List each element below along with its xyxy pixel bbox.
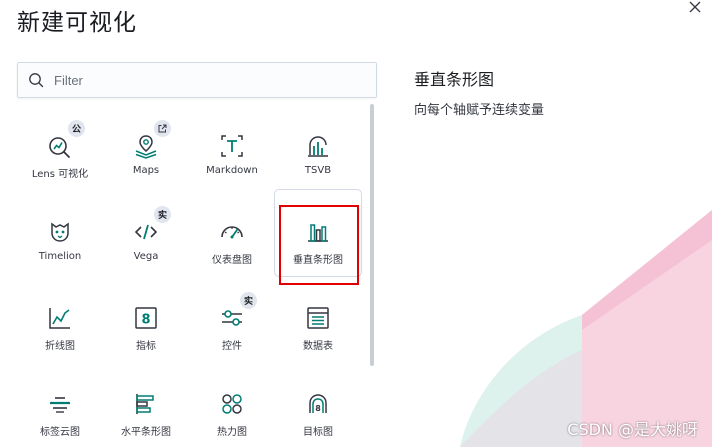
tile-timelion[interactable]: Timelion <box>17 190 103 276</box>
lens-icon <box>46 132 74 160</box>
description-title: 垂直条形图 <box>414 70 495 89</box>
tile-badge: 公 <box>68 120 85 137</box>
svg-text:8: 8 <box>315 404 321 413</box>
tsvb-icon <box>304 132 332 160</box>
tile-controls[interactable]: 实 控件 <box>189 276 275 362</box>
tile-data-table[interactable]: 数据表 <box>275 276 361 362</box>
markdown-icon <box>218 132 246 160</box>
tile-label: 标签云图 <box>40 427 80 438</box>
tile-label: Lens 可视化 <box>31 169 89 180</box>
tile-goal[interactable]: 8 目标图 <box>275 362 361 447</box>
data-table-icon <box>304 304 332 332</box>
watermark: CSDN @是大姚呀 <box>567 420 698 439</box>
tile-heatmap[interactable]: 热力图 <box>189 362 275 447</box>
visualization-grid: 公 Lens 可视化 Maps Markdown TSVB Timelion 实… <box>17 104 377 447</box>
tile-label: 数据表 <box>303 341 333 352</box>
tile-label: 折线图 <box>45 341 75 352</box>
close-icon <box>689 1 701 13</box>
tile-label: 水平条形图 <box>121 427 171 438</box>
vega-icon <box>132 218 160 246</box>
description-text: 向每个轴赋予连续变量 <box>414 103 545 118</box>
search-input[interactable] <box>54 72 354 88</box>
tile-line-chart[interactable]: 折线图 <box>17 276 103 362</box>
tile-gauge[interactable]: 仪表盘图 <box>189 190 275 276</box>
external-link-icon <box>154 120 171 137</box>
tile-markdown[interactable]: Markdown <box>189 104 275 190</box>
tile-label: Maps <box>132 165 160 176</box>
modal-title: 新建可视化 <box>17 10 137 36</box>
grid-scrollbar-thumb[interactable] <box>370 104 374 366</box>
tile-horizontal-bar[interactable]: 水平条形图 <box>103 362 189 447</box>
tile-label: 垂直条形图 <box>293 255 343 266</box>
tile-label: Vega <box>133 251 159 262</box>
tile-maps[interactable]: Maps <box>103 104 189 190</box>
maps-icon <box>132 132 160 160</box>
horizontal-bar-icon <box>132 390 160 418</box>
tile-label: TSVB <box>304 165 332 176</box>
tile-metric[interactable]: 8 指标 <box>103 276 189 362</box>
heatmap-icon <box>218 390 246 418</box>
decorative-illustration <box>460 210 712 447</box>
svg-text:8: 8 <box>141 313 150 328</box>
tile-tsvb[interactable]: TSVB <box>275 104 361 190</box>
search-icon <box>28 72 44 88</box>
tile-badge: 实 <box>154 206 171 223</box>
gauge-icon <box>218 218 246 246</box>
controls-icon <box>218 304 246 332</box>
tile-label: Timelion <box>38 251 82 262</box>
tile-label: 目标图 <box>303 427 333 438</box>
metric-icon: 8 <box>132 304 160 332</box>
tile-label: 热力图 <box>217 427 247 438</box>
tile-badge: 实 <box>240 292 257 309</box>
tile-label: Markdown <box>206 165 258 176</box>
tag-cloud-icon <box>46 390 74 418</box>
timelion-icon <box>46 218 74 246</box>
tile-vega[interactable]: 实 Vega <box>103 190 189 276</box>
search-field[interactable] <box>17 62 377 98</box>
line-chart-icon <box>46 304 74 332</box>
goal-icon: 8 <box>304 390 332 418</box>
vertical-bar-icon <box>304 218 332 246</box>
tile-vertical-bar[interactable]: 垂直条形图 <box>274 189 362 277</box>
close-button[interactable] <box>688 0 704 14</box>
tile-label: 指标 <box>136 341 156 352</box>
tile-label: 仪表盘图 <box>212 255 252 266</box>
tile-lens[interactable]: 公 Lens 可视化 <box>17 104 103 190</box>
tile-tag-cloud[interactable]: 标签云图 <box>17 362 103 447</box>
tile-label: 控件 <box>222 341 242 352</box>
